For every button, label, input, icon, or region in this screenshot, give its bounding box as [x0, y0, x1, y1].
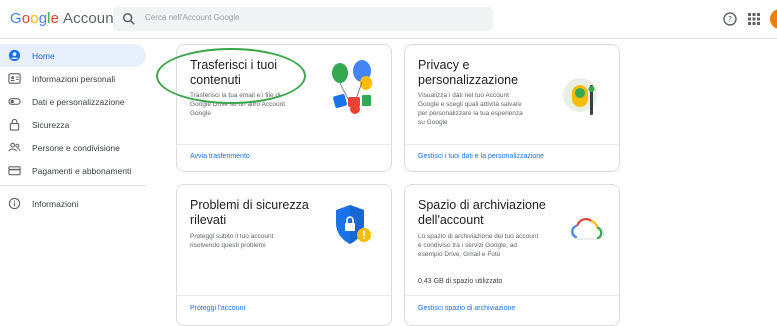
start-transfer-link[interactable]: Avvia trasferimento — [190, 153, 250, 160]
top-bar: Google Account Cerca nell'Account Google … — [0, 0, 777, 39]
sidebar-item-payments[interactable]: Pagamenti e abbonamenti — [0, 159, 150, 182]
svg-text:?: ? — [728, 15, 732, 24]
search-bar[interactable]: Cerca nell'Account Google — [113, 7, 493, 31]
sidebar-item-label: Informazioni personali — [32, 74, 116, 84]
desc-line: risolvendo questi problemi — [190, 242, 266, 249]
desc-line: esempio Drive, Gmail e Foto — [418, 251, 501, 258]
desc-line: è condiviso tra i servizi Google, ad — [418, 242, 517, 249]
sidebar-item-label: Pagamenti e abbonamenti — [32, 166, 132, 176]
card-description: Proteggi subito il tuo account risolvend… — [190, 232, 273, 250]
sidebar-item-label: Sicurezza — [32, 120, 70, 130]
title-line: Problemi di sicurezza — [190, 198, 309, 212]
storage-card: Spazio di archiviazione dell'account Lo … — [404, 184, 620, 326]
title-line: Spazio di archiviazione — [418, 198, 546, 212]
title-line: rilevati — [190, 213, 227, 227]
desc-line: Lo spazio di archiviazione del tuo accou… — [418, 233, 539, 240]
title-line: dell'account — [418, 213, 484, 227]
card-divider — [405, 295, 619, 296]
sidebar-item-personal-info[interactable]: Informazioni personali — [0, 67, 150, 90]
sidebar-item-label: Home — [32, 51, 55, 61]
sidebar-nav: Home Informazioni personali Dati e perso… — [0, 44, 150, 215]
desc-line: Proteggi subito il tuo account — [190, 233, 274, 240]
privacy-illustration-icon — [563, 78, 597, 115]
cloud-storage-icon — [570, 218, 604, 240]
desc-line: su Google — [418, 119, 448, 126]
transfer-illustration-icon — [332, 60, 372, 114]
sidebar-item-people-sharing[interactable]: Persone e condivisione — [0, 136, 150, 159]
sidebar-item-label: Informazioni — [32, 199, 79, 209]
card-divider — [177, 144, 391, 145]
apps-grid-icon[interactable] — [746, 11, 762, 27]
logo-letter: o — [21, 10, 31, 27]
toggle-icon — [8, 98, 21, 105]
card-description: Visualizza i dati nel tuo Account Google… — [418, 91, 523, 127]
help-icon[interactable]: ? — [722, 11, 738, 27]
desc-line: Google — [190, 110, 211, 117]
sidebar-item-home[interactable]: Home — [0, 44, 146, 67]
sidebar-divider — [0, 185, 146, 186]
lock-icon — [9, 118, 20, 131]
logo-letter: e — [50, 10, 60, 27]
sidebar-item-data-personalization[interactable]: Dati e personalizzazione — [0, 90, 150, 113]
card-title: Spazio di archiviazione dell'account — [418, 198, 546, 228]
logo-letter: G — [10, 10, 22, 27]
home-icon — [8, 49, 21, 62]
desc-line: Visualizza i dati nel tuo Account — [418, 92, 509, 99]
logo-account-text: Account — [63, 10, 118, 27]
sidebar-item-label: Dati e personalizzazione — [32, 97, 125, 107]
shield-warning-icon — [336, 205, 371, 244]
avatar[interactable] — [770, 9, 777, 29]
security-card: Problemi di sicurezza rilevati Proteggi … — [176, 184, 392, 326]
desc-line: Google e scegli quali attività salvare — [418, 101, 522, 108]
card-title: Privacy e personalizzazione — [418, 58, 518, 88]
sidebar-item-label: Persone e condivisione — [32, 143, 120, 153]
id-card-icon — [8, 73, 21, 84]
search-input[interactable]: Cerca nell'Account Google — [145, 13, 239, 22]
sidebar-item-about[interactable]: Informazioni — [0, 192, 150, 215]
card-title: Problemi di sicurezza rilevati — [190, 198, 309, 228]
logo-letter: g — [38, 10, 48, 27]
people-icon — [8, 142, 21, 152]
annotation-circle — [156, 48, 306, 104]
logo-letter: o — [30, 10, 39, 27]
desc-line: per personalizzare la tua esperienza — [418, 110, 523, 117]
card-description: Lo spazio di archiviazione del tuo accou… — [418, 232, 538, 259]
card-divider — [177, 295, 391, 296]
manage-data-link[interactable]: Gestisci i tuoi dati e la personalizzazi… — [418, 153, 544, 160]
title-line: Privacy e — [418, 58, 470, 72]
card-divider — [405, 144, 619, 145]
info-icon — [8, 197, 21, 210]
privacy-card: Privacy e personalizzazione Visualizza i… — [404, 44, 620, 172]
google-account-logo[interactable]: Google Account — [10, 10, 118, 27]
search-icon — [122, 12, 135, 25]
title-line: personalizzazione — [418, 73, 519, 87]
sidebar-item-security[interactable]: Sicurezza — [0, 113, 150, 136]
card-icon — [8, 166, 21, 176]
storage-usage-text: 0,43 GB di spazio utilizzato — [418, 278, 503, 285]
